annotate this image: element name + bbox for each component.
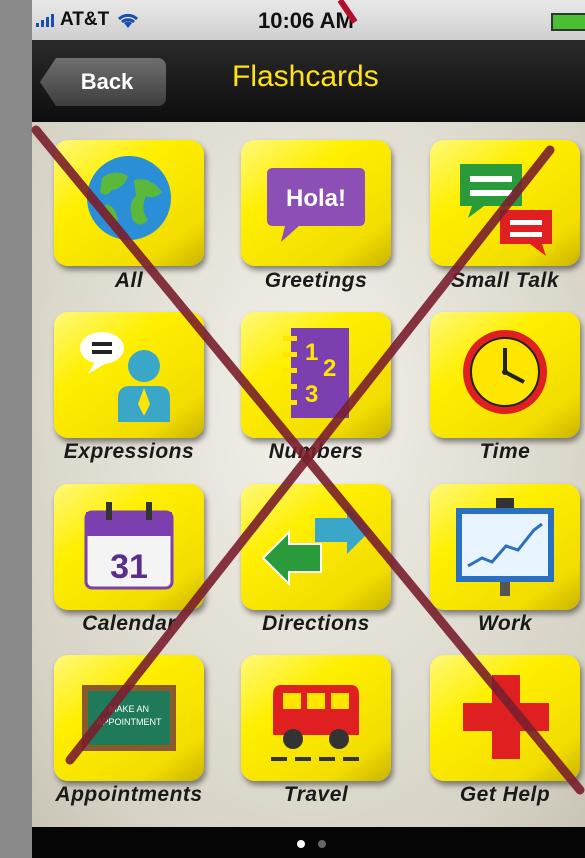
flashcard-grid: All Hola! Greetings Small Talk Expressio… xyxy=(32,122,585,827)
globe-icon xyxy=(87,156,171,240)
chalkboard-text: MAKE AN APPOINTMENT xyxy=(96,704,162,727)
signal-bars-icon xyxy=(36,13,54,27)
calendar-icon: 31 xyxy=(84,502,174,590)
chat-bubbles-icon xyxy=(460,164,552,256)
tile-label: Numbers xyxy=(268,440,364,463)
tile-all[interactable] xyxy=(54,140,204,266)
chalkboard-icon: MAKE AN APPOINTMENT xyxy=(82,685,176,751)
tile-numbers[interactable]: 1 2 3 xyxy=(241,312,391,438)
tile-travel[interactable] xyxy=(241,655,391,781)
person-speaking-icon xyxy=(80,332,170,422)
tile-label: Get Help xyxy=(459,783,551,806)
tile-label: Small Talk xyxy=(450,269,560,292)
tile-time[interactable] xyxy=(430,312,580,438)
navigation-bar: Back Flashcards xyxy=(32,40,585,122)
status-bar: AT&T 10:06 AM xyxy=(32,0,585,40)
tile-label: Calendar xyxy=(82,612,176,635)
bus-icon xyxy=(271,685,359,761)
tile-appointments[interactable]: MAKE AN APPOINTMENT xyxy=(54,655,204,781)
arrows-icon xyxy=(261,506,371,587)
svg-text:1: 1 xyxy=(305,339,318,366)
tile-get-help[interactable] xyxy=(430,655,580,781)
battery-icon xyxy=(551,13,585,31)
page-indicator xyxy=(32,827,585,858)
page-dot-active[interactable] xyxy=(297,840,305,848)
tile-label: Expressions xyxy=(63,440,195,463)
page-title: Flashcards xyxy=(232,60,379,93)
numbers-notebook-icon: 1 2 3 xyxy=(283,328,349,418)
tile-expressions[interactable] xyxy=(54,312,204,438)
clock-icon xyxy=(463,330,547,414)
tile-calendar[interactable]: 31 xyxy=(54,484,204,610)
carrier-indicator: AT&T xyxy=(36,9,141,31)
hola-text: Hola! xyxy=(286,185,346,212)
back-button[interactable]: Back xyxy=(40,58,166,106)
chart-board-icon xyxy=(456,498,554,596)
hola-speech-bubble-icon: Hola! xyxy=(267,168,365,242)
svg-text:2: 2 xyxy=(323,355,336,382)
tile-work[interactable] xyxy=(430,484,580,610)
tile-label: All xyxy=(114,269,144,292)
calendar-date: 31 xyxy=(110,548,148,586)
tile-label: Time xyxy=(479,440,531,463)
tile-directions[interactable] xyxy=(241,484,391,610)
phone-screen: AT&T 10:06 AM Back Flashcards All Hola! … xyxy=(32,0,585,858)
tile-label: Directions xyxy=(262,612,370,635)
carrier-name: AT&T xyxy=(60,9,110,30)
page-dot-inactive[interactable] xyxy=(318,840,326,848)
tile-label: Appointments xyxy=(55,783,203,806)
svg-text:3: 3 xyxy=(305,381,318,408)
tile-greetings[interactable]: Hola! xyxy=(241,140,391,266)
tile-label: Travel xyxy=(283,783,349,806)
status-time: 10:06 AM xyxy=(258,8,354,33)
tile-label: Greetings xyxy=(264,269,368,292)
red-cross-icon xyxy=(463,675,549,759)
wifi-icon xyxy=(118,13,139,28)
tile-small-talk[interactable] xyxy=(430,140,580,266)
tile-label: Work xyxy=(477,612,533,635)
